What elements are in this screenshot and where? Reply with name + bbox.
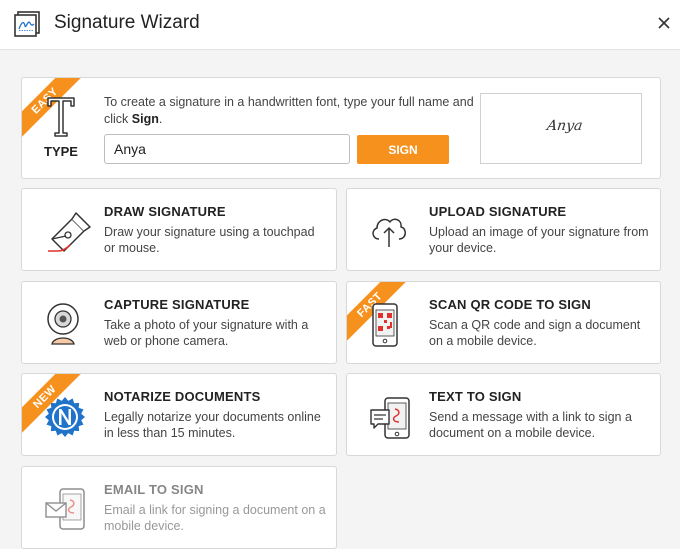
qr-phone-icon	[372, 303, 398, 347]
type-label: TYPE	[44, 144, 78, 159]
capture-signature-desc: Take a photo of your signature with a we…	[104, 318, 309, 348]
email-to-sign-card[interactable]: EMAIL TO SIGN Email a link for signing a…	[21, 466, 337, 549]
capture-signature-title: CAPTURE SIGNATURE	[104, 297, 250, 312]
webcam-icon	[47, 303, 79, 345]
page-title: Signature Wizard	[54, 12, 200, 33]
signature-preview: Anya	[480, 93, 642, 164]
email-to-sign-desc: Email a link for signing a document on a…	[104, 503, 326, 533]
upload-signature-desc: Upload an image of your signature from y…	[429, 225, 649, 255]
text-to-sign-title: TEXT TO SIGN	[429, 389, 522, 404]
pen-nib-icon	[48, 212, 91, 252]
scan-qr-desc: Scan a QR code and sign a document on a …	[429, 318, 641, 348]
text-to-sign-card[interactable]: TEXT TO SIGN Send a message with a link …	[346, 373, 661, 456]
type-description: To create a signature in a handwritten f…	[104, 94, 474, 128]
signature-preview-text: Anya	[545, 118, 584, 134]
text-message-phone-icon	[370, 397, 410, 439]
notarize-documents-title: NOTARIZE DOCUMENTS	[104, 389, 261, 404]
sign-button[interactable]: SIGN	[357, 135, 449, 164]
close-icon[interactable]	[654, 13, 674, 33]
scan-qr-title: SCAN QR CODE TO SIGN	[429, 297, 591, 312]
type-description-end: .	[158, 112, 163, 126]
upload-signature-card[interactable]: UPLOAD SIGNATURE Upload an image of your…	[346, 188, 661, 271]
scan-qr-card[interactable]: FAST SCAN QR CODE TO SIGN Scan a QR code…	[346, 281, 661, 364]
email-phone-icon	[45, 488, 85, 530]
draw-signature-card[interactable]: DRAW SIGNATURE Draw your signature using…	[21, 188, 337, 271]
notary-seal-icon	[45, 397, 85, 437]
wizard-header: Signature Wizard	[0, 0, 680, 50]
notarize-documents-desc: Legally notarize your documents online i…	[104, 410, 321, 440]
draw-signature-title: DRAW SIGNATURE	[104, 204, 226, 219]
notarize-documents-card[interactable]: NEW NOTARIZE DOCUMENTS Legally notarize …	[21, 373, 337, 456]
upload-signature-title: UPLOAD SIGNATURE	[429, 204, 567, 219]
capture-signature-card[interactable]: CAPTURE SIGNATURE Take a photo of your s…	[21, 281, 337, 364]
type-description-bold: Sign	[131, 112, 159, 126]
cloud-upload-icon	[372, 218, 406, 247]
type-signature-card: EASY TYPE To create a signature in a han…	[21, 77, 661, 179]
full-name-input[interactable]	[104, 134, 350, 164]
email-to-sign-title: EMAIL TO SIGN	[104, 482, 204, 497]
text-t-icon	[47, 97, 75, 137]
draw-signature-desc: Draw your signature using a touchpad or …	[104, 225, 315, 255]
signature-wizard-logo-icon	[14, 11, 40, 37]
text-to-sign-desc: Send a message with a link to sign a doc…	[429, 410, 632, 440]
